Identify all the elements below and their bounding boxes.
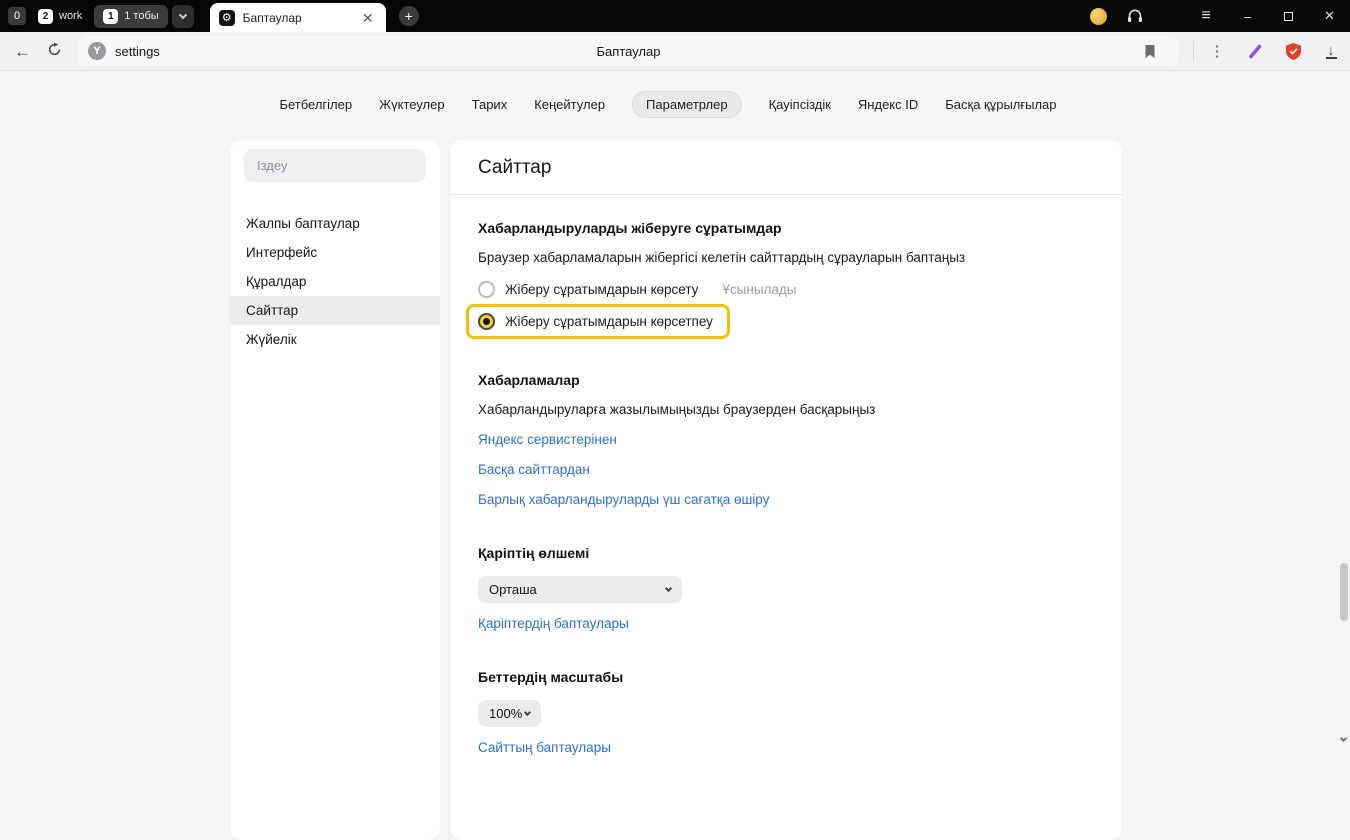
address-bar[interactable]: Y settings Баптаулар — [78, 36, 1179, 66]
scroll-down-arrow[interactable] — [1338, 735, 1348, 745]
search-input[interactable] — [244, 149, 426, 182]
chevron-down-icon — [665, 585, 672, 592]
tab-group-active[interactable]: 1 1 тобы — [94, 5, 167, 28]
toolbar-divider — [1193, 41, 1194, 61]
radio-hide-requests-label[interactable]: Жіберу сұратымдарын көрсетпеу — [505, 314, 713, 329]
sidebar-list: Жалпы баптаулар Интерфейс Құралдар Сайтт… — [230, 209, 440, 354]
titlebar-right-cluster: ≡ – ✕ — [1090, 0, 1350, 32]
browser-tab-settings[interactable]: ⚙ Баптаулар ✕ — [210, 3, 386, 32]
font-size-heading: Қаріптің өлшемі — [478, 545, 1094, 561]
close-tab-icon[interactable]: ✕ — [359, 9, 377, 27]
minimize-button[interactable]: – — [1227, 0, 1268, 32]
nav-tab-settings[interactable]: Параметрлер — [632, 91, 742, 118]
content-title: Сайттар — [478, 157, 1094, 179]
notifications-from-yandex-link[interactable]: Яндекс сервистерінен — [478, 432, 617, 447]
headset-icon[interactable] — [1127, 9, 1143, 23]
notifications-requests-description: Браузер хабарламаларын жібергісі келетін… — [478, 250, 1094, 265]
gear-icon: ⚙ — [219, 10, 235, 26]
tab-group-dropdown-button[interactable] — [172, 5, 194, 28]
nav-tab-history[interactable]: Тарих — [472, 97, 508, 112]
messages-description: Хабарландыруларға жазылымыңызды браузерд… — [478, 402, 1094, 417]
maximize-button[interactable] — [1268, 0, 1309, 32]
tab-group-zero[interactable]: 0 — [8, 7, 26, 25]
font-size-select[interactable]: Орташа — [478, 576, 682, 603]
kebab-menu-icon[interactable]: ⋮ — [1198, 34, 1236, 68]
font-size-value: Орташа — [489, 582, 537, 597]
alice-pen-icon[interactable] — [1236, 34, 1274, 68]
highlighted-radio-option-hide-requests[interactable]: Жіберу сұратымдарын көрсетпеу — [466, 304, 730, 339]
nav-tab-other-devices[interactable]: Басқа құрылғылар — [945, 97, 1056, 112]
chevron-down-icon — [1339, 735, 1346, 742]
chevron-down-icon — [178, 10, 186, 18]
site-settings-link[interactable]: Сайттың баптаулары — [478, 740, 611, 755]
recommended-hint: Ұсынылады — [722, 282, 796, 297]
nav-tab-security[interactable]: Қауіпсіздік — [769, 97, 831, 112]
maximize-icon — [1284, 12, 1293, 21]
scrollbar-thumb[interactable] — [1340, 563, 1348, 621]
sidebar-item-system[interactable]: Жүйелік — [230, 325, 440, 354]
radio-show-requests[interactable] — [478, 281, 495, 298]
notifications-other-sites-link[interactable]: Басқа сайттардан — [478, 462, 590, 477]
new-tab-button[interactable]: + — [399, 6, 419, 26]
nav-tab-extensions[interactable]: Кеңейтулер — [534, 97, 605, 112]
nav-tab-bookmarks[interactable]: Бетбелгілер — [279, 97, 352, 112]
mute-all-notifications-link[interactable]: Барлық хабарландыруларды үш сағатқа өшір… — [478, 492, 769, 507]
page-zoom-value: 100% — [489, 706, 522, 721]
back-icon[interactable]: ← — [6, 39, 39, 64]
tab-group-work-count: 2 — [38, 9, 53, 24]
page-title: Баптаулар — [78, 44, 1179, 59]
chevron-down-icon — [524, 709, 531, 716]
download-icon[interactable]: ↓ — [1312, 34, 1350, 68]
nav-tab-downloads[interactable]: Жүктеулер — [379, 97, 445, 112]
radio-option-show-requests[interactable]: Жіберу сұратымдарын көрсету Ұсынылады — [478, 281, 1094, 298]
tab-group-active-count: 1 — [103, 9, 118, 24]
font-settings-link[interactable]: Қаріптердің баптаулары — [478, 616, 629, 631]
browser-toolbar: ← Y settings Баптаулар ⋮ ↓ — [0, 32, 1350, 71]
sidebar-item-sites[interactable]: Сайттар — [230, 296, 440, 325]
settings-content-card: Сайттар Хабарландыруларды жіберуге сұрат… — [450, 140, 1122, 840]
tab-group-work[interactable]: 2 work — [38, 9, 82, 24]
settings-sidebar: Жалпы баптаулар Интерфейс Құралдар Сайтт… — [230, 140, 440, 840]
window-titlebar: 0 2 work 1 1 тобы ⚙ Баптаулар ✕ + ≡ – ✕ — [0, 0, 1350, 32]
settings-top-nav: Бетбелгілер Жүктеулер Тарих Кеңейтулер П… — [0, 91, 1336, 118]
refresh-icon[interactable] — [39, 38, 70, 64]
messages-heading: Хабарламалар — [478, 372, 1094, 388]
nav-tab-yandex-id[interactable]: Яндекс ID — [858, 97, 918, 112]
url-text: settings — [115, 44, 160, 59]
close-window-button[interactable]: ✕ — [1309, 0, 1350, 32]
bookmark-icon[interactable] — [1131, 34, 1169, 68]
page-zoom-select[interactable]: 100% — [478, 700, 541, 727]
settings-page: Бетбелгілер Жүктеулер Тарих Кеңейтулер П… — [0, 72, 1350, 746]
radio-show-requests-label[interactable]: Жіберу сұратымдарын көрсету — [505, 282, 698, 297]
sidebar-item-tools[interactable]: Құралдар — [230, 267, 440, 296]
notifications-requests-heading: Хабарландыруларды жіберуге сұратымдар — [478, 220, 1094, 236]
menu-icon[interactable]: ≡ — [1191, 7, 1221, 25]
sidebar-item-interface[interactable]: Интерфейс — [230, 238, 440, 267]
radio-hide-requests[interactable] — [478, 313, 495, 330]
user-avatar[interactable] — [1090, 8, 1107, 25]
tab-title: Баптаулар — [243, 11, 359, 25]
protect-shield-icon[interactable] — [1274, 34, 1312, 68]
content-header: Сайттар — [450, 140, 1122, 195]
tab-group-active-label: 1 тобы — [124, 10, 158, 22]
content-body: Хабарландыруларды жіберуге сұратымдар Бр… — [450, 220, 1122, 755]
page-zoom-heading: Беттердің масштабы — [478, 669, 1094, 685]
site-favicon-icon: Y — [88, 42, 106, 60]
tab-group-work-label: work — [59, 10, 82, 22]
sidebar-item-general[interactable]: Жалпы баптаулар — [230, 209, 440, 238]
